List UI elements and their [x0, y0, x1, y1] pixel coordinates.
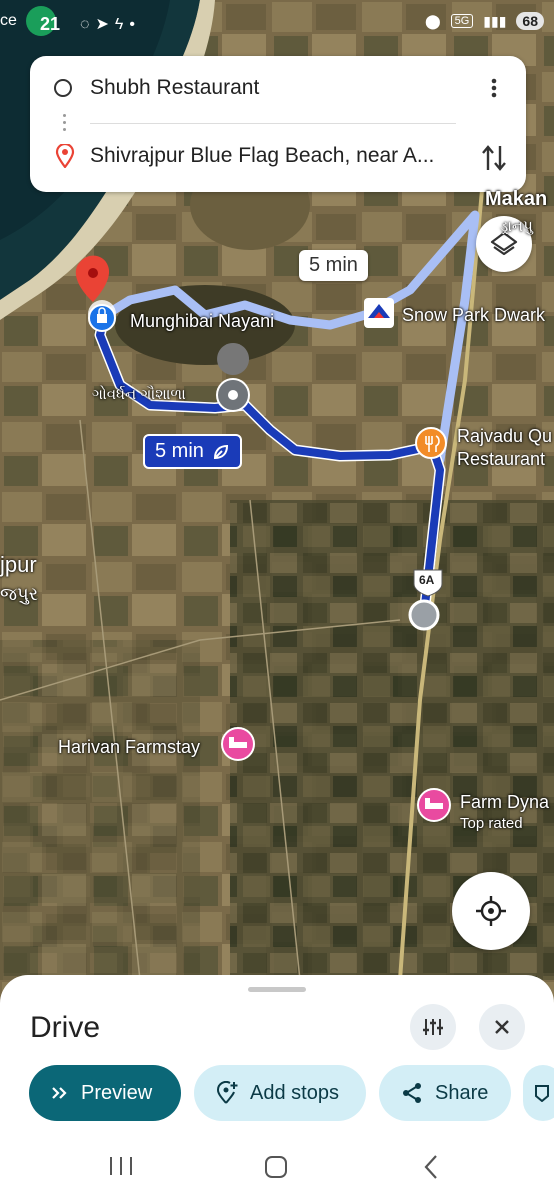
system-nav-bar	[0, 1136, 554, 1200]
map-label-top-rated: Top rated	[460, 815, 523, 832]
status-time: 21	[40, 14, 61, 34]
map-label-jpur-gu: જપુર	[0, 584, 39, 604]
map-label-rajvadu-1[interactable]: Rajvadu Qu	[457, 426, 552, 447]
share-button[interactable]: Share	[379, 1065, 511, 1121]
eta-main-route[interactable]: 5 min	[143, 434, 242, 469]
battery-badge: 68	[516, 12, 544, 30]
origin-circle-icon	[54, 79, 72, 97]
map-label-munghibai[interactable]: Munghibai Nayani	[130, 311, 274, 332]
map-label-snow-park[interactable]: Snow Park Dwark	[402, 305, 545, 326]
map-label-harivan[interactable]: Harivan Farmstay	[58, 737, 200, 758]
tune-icon	[423, 1019, 443, 1035]
sheet-drag-handle[interactable]	[248, 987, 306, 992]
destination-field[interactable]: Shivrajpur Blue Flag Beach, near A...	[90, 144, 434, 168]
origin-row[interactable]: Shubh Restaurant	[30, 58, 526, 118]
add-location-icon	[216, 1081, 238, 1104]
origin-field[interactable]: Shubh Restaurant	[90, 76, 259, 100]
back-icon[interactable]	[422, 1154, 440, 1180]
destination-row[interactable]: Shivrajpur Blue Flag Beach, near A...	[30, 126, 526, 186]
my-location-button[interactable]	[452, 872, 530, 950]
restaurant-icon[interactable]	[415, 427, 447, 459]
status-edge-text: ce	[0, 12, 17, 29]
signal-icon: ▮▮▮	[483, 12, 507, 29]
close-icon	[495, 1020, 509, 1034]
close-button[interactable]	[479, 1004, 525, 1050]
more-actions-button[interactable]	[523, 1065, 554, 1121]
eta-alt-route[interactable]: 5 min	[299, 250, 368, 281]
share-icon	[403, 1083, 421, 1103]
map-label-govardhan[interactable]: ગોવર્ધન ગૌશાળા	[92, 386, 186, 403]
network-badge: 5G	[450, 14, 474, 28]
add-stops-button[interactable]: Add stops	[194, 1065, 366, 1121]
snow-park-icon[interactable]	[364, 298, 394, 328]
notification-icons: ◌➤ϟ•	[80, 16, 141, 33]
eco-leaf-icon	[213, 444, 228, 459]
pin-bookmark-icon	[535, 1085, 549, 1102]
map-label-makan: Makan	[485, 188, 548, 210]
map-label-jpur: jpur	[0, 552, 37, 577]
map-label-makan-gu: ડ્રાનપુ	[500, 218, 533, 235]
destination-location-icon	[55, 144, 75, 168]
route-options-button[interactable]	[410, 1004, 456, 1050]
map-label-rajvadu-2[interactable]: Restaurant	[457, 449, 545, 470]
home-icon[interactable]	[264, 1155, 288, 1179]
swap-icon[interactable]	[480, 142, 508, 174]
preview-button[interactable]: Preview	[29, 1065, 181, 1121]
status-bar: ce 21 ◌➤ϟ• ⬤ 5G ▮▮▮ 68	[0, 0, 554, 48]
hotel-icon[interactable]	[417, 788, 451, 822]
double-chevron-icon	[52, 1087, 67, 1099]
route-card: Shubh Restaurant Shivrajpur Blue Flag Be…	[30, 56, 526, 192]
travel-mode-title: Drive	[30, 1011, 101, 1044]
route-start-point[interactable]	[408, 599, 440, 631]
map-label-farm-dyna[interactable]: Farm Dyna	[460, 792, 549, 813]
more-options-icon[interactable]	[482, 76, 506, 100]
crosshair-icon	[476, 896, 506, 926]
recent-apps-icon[interactable]	[108, 1155, 134, 1177]
location-icon: ⬤	[424, 12, 441, 29]
hotel-icon[interactable]	[221, 727, 255, 761]
highway-label: 6A	[419, 573, 435, 587]
